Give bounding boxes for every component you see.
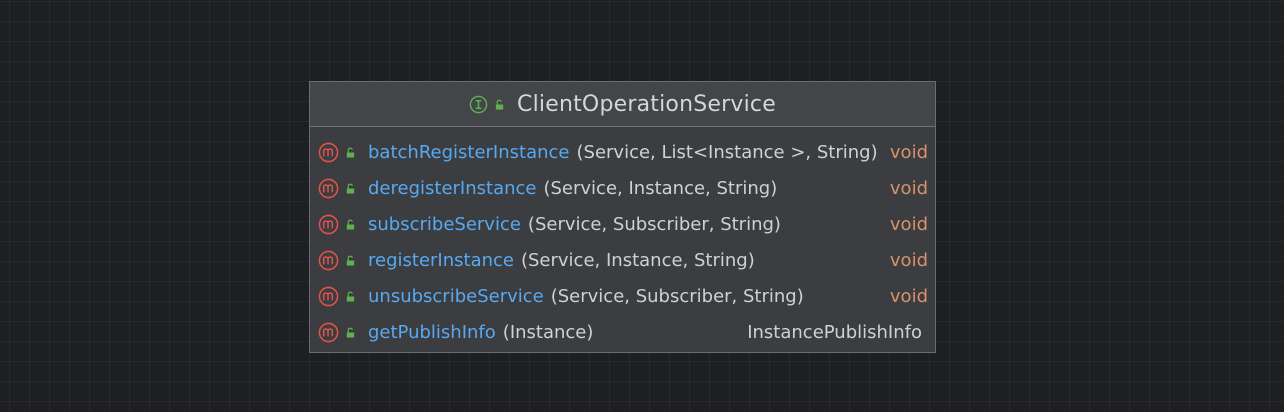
- method-return-type: void: [889, 249, 928, 271]
- method-name: registerInstance: [368, 249, 514, 271]
- method-return-type: InstancePublishInfo: [747, 321, 922, 343]
- method-icon: [318, 250, 339, 270]
- class-title: ClientOperationService: [517, 91, 776, 117]
- method-name: getPublishInfo: [368, 321, 496, 343]
- method-name: batchRegisterInstance: [368, 141, 570, 163]
- method-params: (Service, Instance, String): [543, 177, 778, 199]
- method-list: batchRegisterInstance (Service, List<Ins…: [310, 127, 935, 350]
- method-name: deregisterInstance: [368, 177, 537, 199]
- public-lock-icon: [346, 327, 355, 338]
- method-return-type: void: [889, 285, 928, 307]
- method-params: (Service, Subscriber, String): [550, 285, 804, 307]
- public-lock-icon: [346, 291, 355, 302]
- method-icon: [318, 322, 339, 342]
- method-row[interactable]: getPublishInfo (Instance) InstancePublis…: [310, 314, 935, 350]
- method-row[interactable]: deregisterInstance (Service, Instance, S…: [310, 170, 935, 206]
- class-node[interactable]: ClientOperationService batchRegisterInst…: [309, 81, 936, 353]
- public-lock-icon: [346, 147, 355, 158]
- interface-icon: [469, 95, 488, 113]
- method-params: (Service, List<Instance >, String): [576, 141, 878, 163]
- method-name: unsubscribeService: [368, 285, 544, 307]
- method-row[interactable]: registerInstance (Service, Instance, Str…: [310, 242, 935, 278]
- method-row[interactable]: subscribeService (Service, Subscriber, S…: [310, 206, 935, 242]
- method-return-type: void: [889, 213, 928, 235]
- public-lock-icon: [495, 99, 504, 110]
- method-icon: [318, 214, 339, 234]
- method-return-type: void: [889, 141, 928, 163]
- method-icon: [318, 178, 339, 198]
- public-lock-icon: [346, 219, 355, 230]
- method-row[interactable]: unsubscribeService (Service, Subscriber,…: [310, 278, 935, 314]
- method-return-type: void: [889, 177, 928, 199]
- class-header: ClientOperationService: [310, 82, 935, 127]
- header-icons: [469, 95, 505, 114]
- public-lock-icon: [346, 183, 355, 194]
- method-params: (Instance): [502, 321, 594, 343]
- method-icon: [318, 142, 339, 162]
- method-icon: [318, 286, 339, 306]
- method-row[interactable]: batchRegisterInstance (Service, List<Ins…: [310, 134, 935, 170]
- method-params: (Service, Instance, String): [520, 249, 755, 271]
- public-lock-icon: [346, 255, 355, 266]
- method-params: (Service, Subscriber, String): [527, 213, 781, 235]
- method-name: subscribeService: [368, 213, 521, 235]
